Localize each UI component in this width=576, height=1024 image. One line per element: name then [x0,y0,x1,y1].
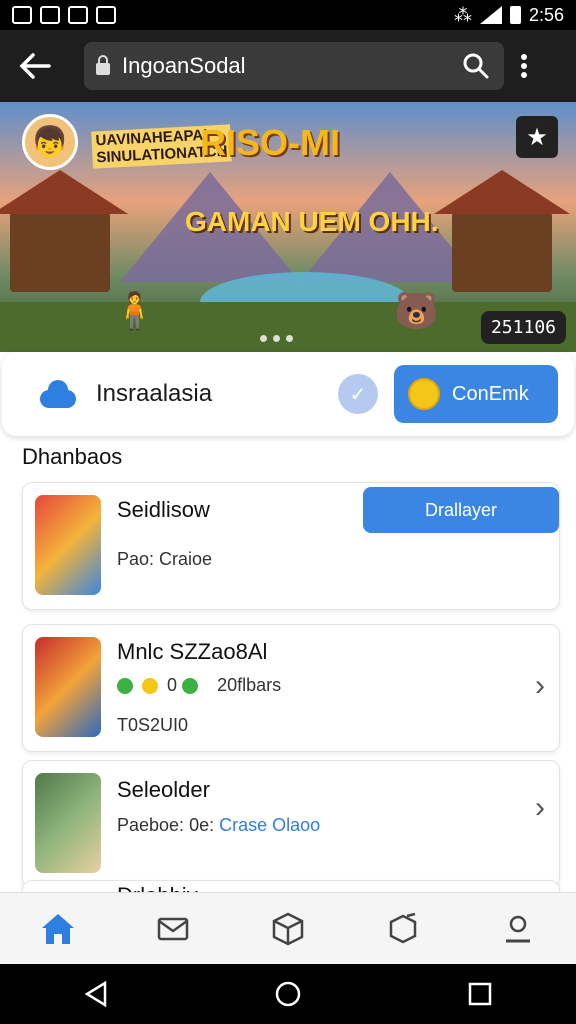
game-subtitle: T0S2UI0 [117,715,189,735]
clock: 2:56 [528,4,564,25]
character-icon: 🐻 [394,290,439,331]
check-icon: ✓ [349,383,367,406]
carousel-dot[interactable] [273,335,280,342]
nav-messages[interactable] [143,899,203,959]
game-thumbnail [35,495,101,595]
home-icon [41,913,74,944]
arrow-left-icon [19,53,51,79]
hut-right [434,170,570,292]
game-title: Seidlisow [117,497,210,522]
connect-label: ConEmk [452,382,529,405]
game-card[interactable]: Mnlc SZZao8Al 0 20flbars T0S2UI0 › [22,624,560,752]
overflow-menu-button[interactable] [504,41,544,91]
cube-icon [272,912,304,945]
browser-toolbar: IngoanSodal [0,30,576,102]
square-notification-icon [68,6,88,24]
profile-icon [506,915,531,942]
lock-icon [96,55,110,75]
verify-button[interactable]: ✓ [338,374,378,414]
mail-icon [157,917,189,940]
profile-bar: Insraalasia ✓ ConEmk [2,352,574,436]
battery-icon [509,6,521,24]
stat-text: 20flbars [217,675,282,695]
banner-counter: 251106 [480,311,566,344]
banner-subtitle: GAMAN UEM OHH. [185,206,439,237]
game-card[interactable]: Seleolder Paeboe: 0e: Crase Olaoo › [22,760,560,888]
check-badge-icon [182,678,199,695]
signal-icon [479,6,502,24]
profile-name: Insraalasia [96,380,213,407]
nav-library[interactable] [373,899,433,959]
subtitle-link[interactable]: Crase Olaoo [219,815,320,835]
avatar[interactable]: 👦 [22,114,78,170]
circle-home-icon [275,981,301,1007]
status-bar: ⁂ 2:56 [0,0,576,30]
sim-notification-icon [96,6,116,24]
chevron-right-icon[interactable]: › [535,669,545,703]
nav-games[interactable] [258,899,318,959]
system-indicators: ⁂ 2:56 [454,5,564,26]
system-recents-button[interactable] [460,974,500,1014]
subtitle-prefix: Paeboe: [117,815,185,835]
carousel-dot[interactable] [260,335,267,342]
image-notification-icon [12,6,32,24]
coin-icon [408,378,440,410]
section-title: Dhanbaos [22,444,123,469]
game-subtitle: Pao: Craioe [117,549,213,569]
search-icon [463,53,489,79]
back-button[interactable] [10,41,60,91]
more-vertical-icon [521,54,527,78]
url-text: IngoanSodal [122,53,246,78]
character-icon: 🧍 [112,290,157,331]
box-check-icon [389,912,417,943]
star-badge-icon [142,678,159,695]
game-card[interactable]: Seidlisow Pao: Craioe Drallayer [22,482,560,610]
bottom-navigation [0,892,576,964]
game-title: Seleolder [117,777,210,802]
star-icon: ★ [526,123,548,151]
banner-title: RISO-MI [200,122,340,163]
nav-home[interactable] [28,899,88,959]
address-bar[interactable]: IngoanSodal [84,42,504,90]
nav-profile[interactable] [488,899,548,959]
carousel-dots[interactable] [260,335,293,342]
game-thumbnail [35,773,101,873]
favorite-button[interactable]: ★ [516,116,558,158]
carousel-dot[interactable] [286,335,293,342]
triangle-back-icon [84,980,107,1008]
game-stats: 0 20flbars [117,675,281,696]
system-home-button[interactable] [268,974,308,1014]
game-subtitle: Paeboe: 0e: Crase Olaoo [117,815,320,836]
vibrate-icon: ⁂ [453,4,472,25]
square-recents-icon [468,982,492,1006]
notification-icons [12,6,116,24]
play-button[interactable]: Drallayer [363,487,559,533]
search-button[interactable] [460,50,492,82]
photo-notification-icon [40,6,60,24]
hero-banner[interactable]: 🧍 🐻 👦 UAVINAHEAPAI SINULATIONATCH RISO-M… [0,102,576,352]
cloud-icon [38,380,78,408]
subtitle-mid: 0e: [189,815,215,835]
system-navigation [0,964,576,1024]
game-title: Mnlc SZZao8Al [117,639,268,664]
hut-left [0,170,128,292]
game-thumbnail [35,637,101,737]
connect-button[interactable]: ConEmk [394,365,558,423]
stat-count: 0 [167,675,178,695]
green-badge-icon [117,678,133,695]
system-back-button[interactable] [76,974,116,1014]
chevron-right-icon[interactable]: › [535,791,545,825]
